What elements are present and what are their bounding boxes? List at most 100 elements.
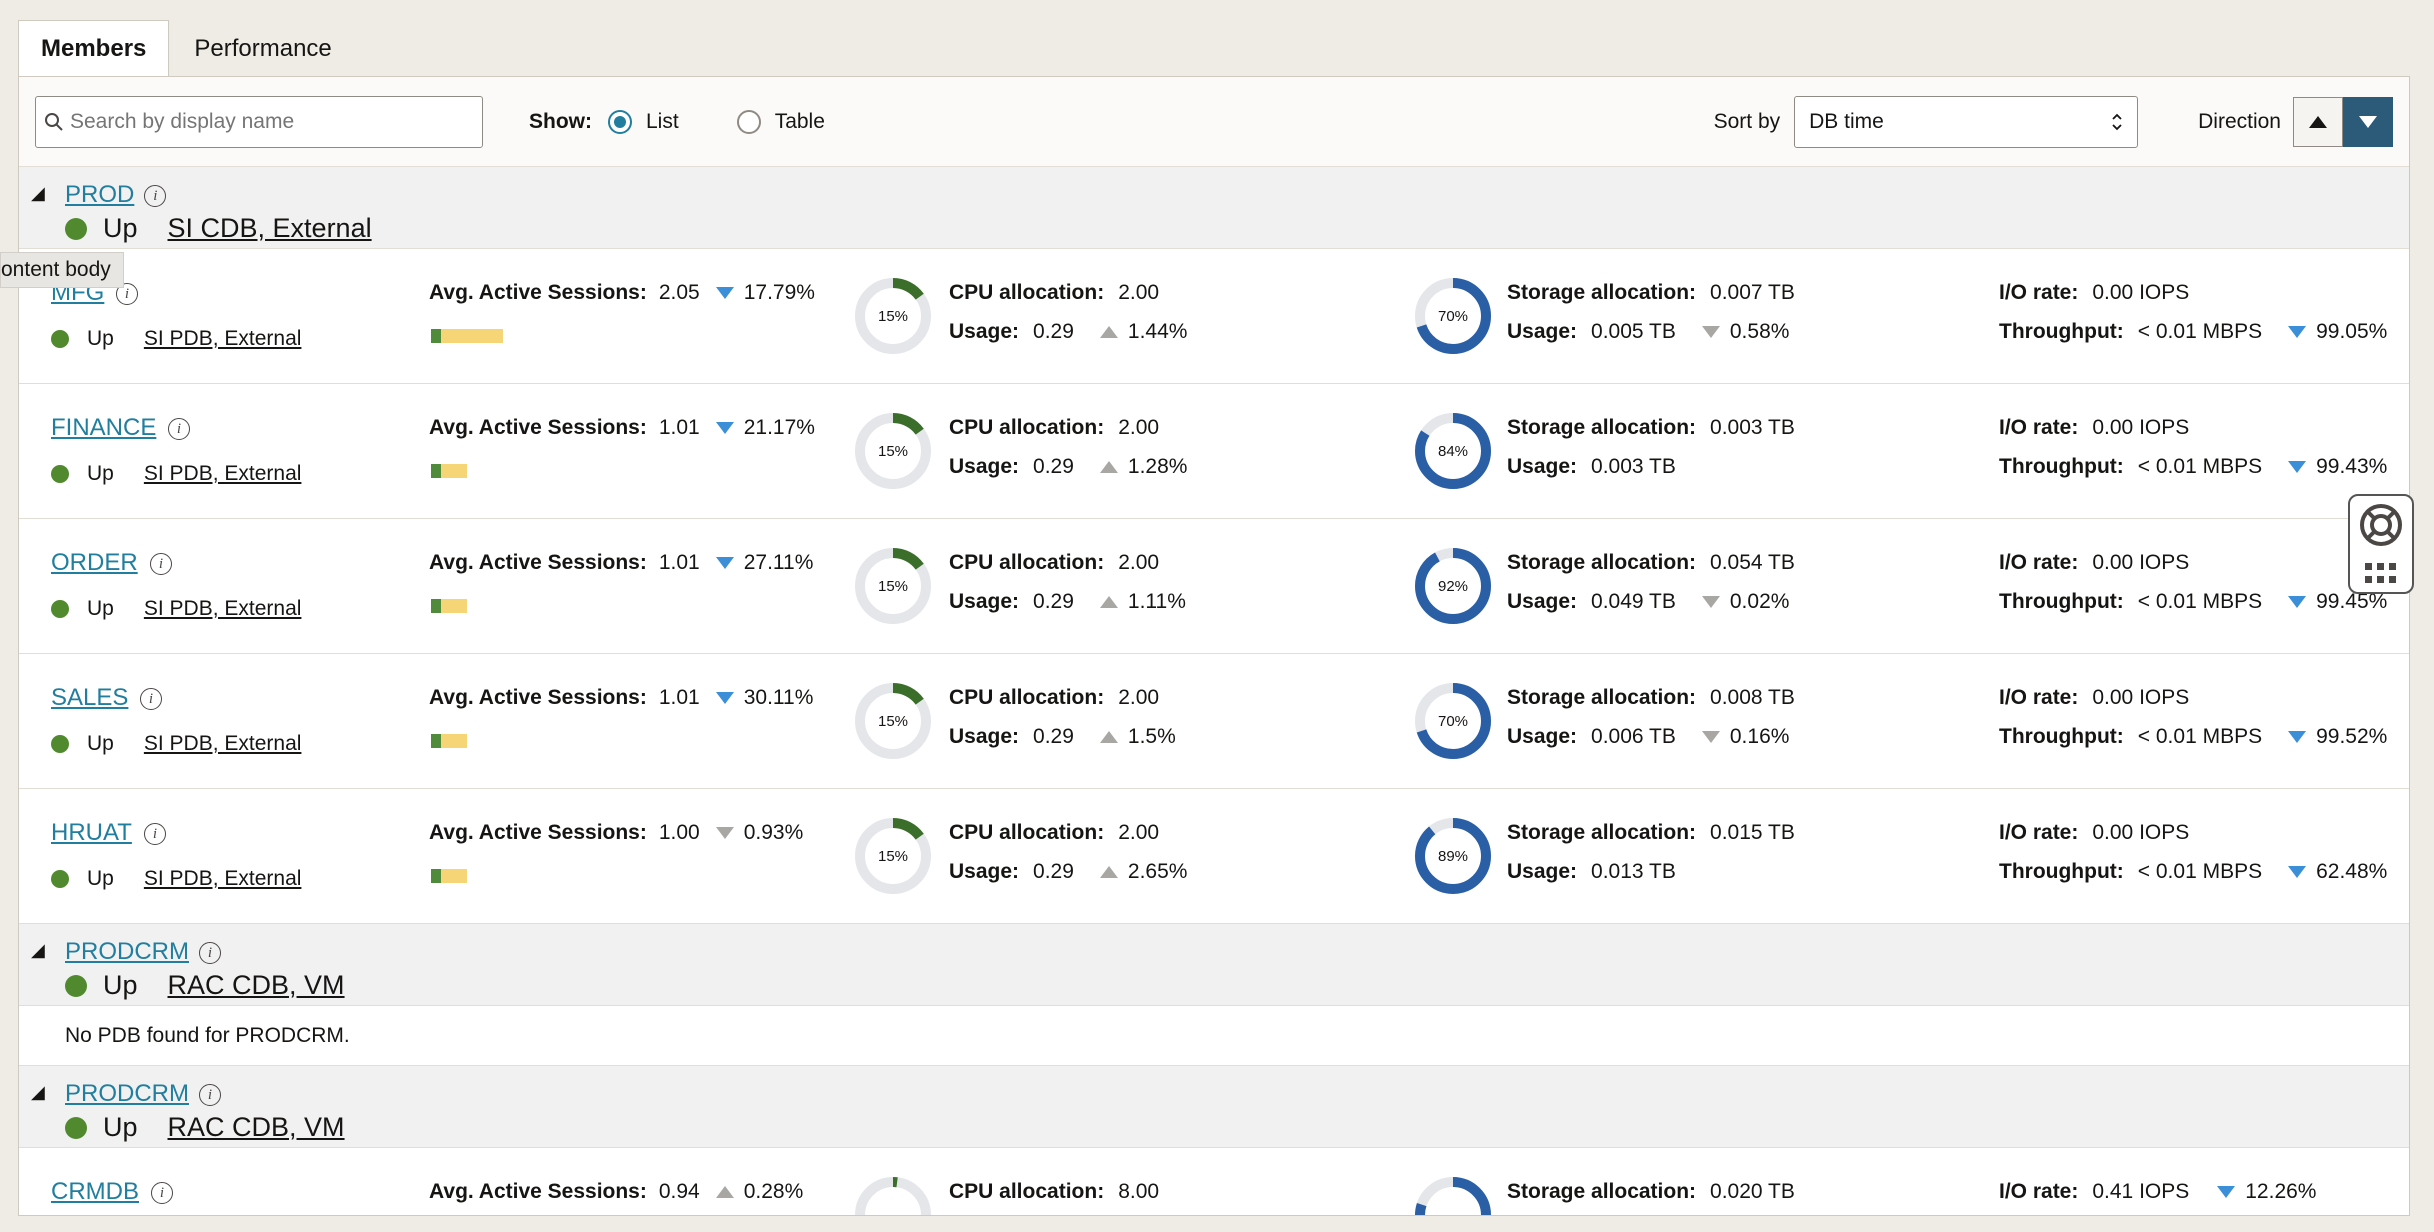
- info-icon[interactable]: i: [199, 942, 221, 965]
- triangle-up-icon: [2309, 115, 2327, 128]
- throughput-label: Throughput:: [1999, 725, 2124, 748]
- info-icon[interactable]: i: [140, 688, 162, 710]
- throughput-delta-value: 99.52%: [2316, 725, 2388, 748]
- aas-delta: 17.79%: [715, 281, 815, 305]
- aas-bar-cpu: [431, 464, 441, 478]
- trend-icon: [2217, 1186, 2236, 1198]
- tab-members[interactable]: Members: [18, 20, 170, 77]
- cpu-alloc-value: 2.00: [1118, 281, 1160, 304]
- tab-performance[interactable]: Performance: [171, 20, 354, 76]
- pdb-status-text: Up: [87, 327, 114, 350]
- storage-donut: 70%: [1415, 278, 1491, 354]
- cdb-name-link[interactable]: PRODCRM: [65, 938, 189, 965]
- pdb-name-link[interactable]: ORDER: [51, 549, 138, 577]
- pdb-name-link[interactable]: FINANCE: [51, 414, 156, 442]
- member-list: ◢ PROD i Up SI CDB, External MFG i Up SI PDB, Ex…: [19, 167, 2409, 1215]
- pdb-type-link[interactable]: SI PDB, External: [144, 597, 302, 621]
- cpu-usage-label: Usage:: [949, 725, 1020, 748]
- help-widget[interactable]: [2348, 494, 2414, 594]
- storage-alloc-label: Storage allocation:: [1507, 686, 1697, 709]
- cpu-allocation: CPU allocation: 2.00: [949, 416, 1159, 440]
- throughput-delta: 99.05%: [2288, 320, 2387, 344]
- cpu-usage-label: Usage:: [949, 320, 1020, 343]
- aas-delta: 21.17%: [715, 416, 815, 440]
- pdb-status: Up SI PDB, External: [51, 462, 301, 486]
- sort-ascending-button[interactable]: [2293, 96, 2343, 147]
- aas-label: Avg. Active Sessions:: [429, 686, 647, 709]
- cpu-allocation: CPU allocation: 8.00: [949, 1180, 1159, 1204]
- pdb-type-link[interactable]: SI PDB, External: [144, 867, 302, 891]
- io-delta-value: 12.26%: [2245, 1180, 2317, 1203]
- throughput-value: < 0.01 MBPS: [2137, 725, 2263, 748]
- cpu-alloc-value: 2.00: [1118, 686, 1160, 709]
- io-rate: I/O rate: 0.00 IOPS: [1999, 551, 2189, 575]
- trend-icon: [2288, 596, 2307, 608]
- cdb-type-link[interactable]: RAC CDB, VM: [168, 970, 345, 1001]
- storage-alloc-value: 0.008 TB: [1710, 686, 1795, 709]
- storage-alloc-label: Storage allocation:: [1507, 416, 1697, 439]
- status-up-icon: [51, 465, 69, 483]
- direction-label: Direction: [2198, 109, 2281, 133]
- info-icon[interactable]: i: [168, 418, 190, 440]
- show-table-radio[interactable]: Table: [736, 109, 825, 134]
- storage-donut: 92%: [1415, 548, 1491, 624]
- throughput-value: < 0.01 MBPS: [2137, 455, 2263, 478]
- pdb-status: Up SI PDB, External: [51, 597, 301, 621]
- pdb-status-text: Up: [87, 867, 114, 890]
- aas-value: 0.94: [658, 1180, 700, 1203]
- cdb-status-text: Up: [103, 213, 138, 243]
- storage-usage: Usage: 0.013 TB: [1507, 860, 1676, 884]
- aas-bar-wait: [441, 599, 467, 613]
- cpu-usage: Usage: 0.29 1.5%: [949, 725, 1176, 749]
- storage-delta: 0.02%: [1701, 590, 1789, 614]
- io-rate-label: I/O rate:: [1999, 1180, 2079, 1203]
- cpu-usage-value: 0.29: [1033, 725, 1074, 748]
- pdb-name-link[interactable]: CRMDB: [51, 1178, 139, 1206]
- pdb-type-link[interactable]: SI PDB, External: [144, 462, 302, 486]
- cdb-name-link[interactable]: PRODCRM: [65, 1080, 189, 1107]
- io-rate: I/O rate: 0.00 IOPS: [1999, 686, 2189, 710]
- cdb-type-link[interactable]: RAC CDB, VM: [168, 1112, 345, 1143]
- throughput-delta-value: 99.05%: [2316, 320, 2388, 343]
- collapse-triangle-icon[interactable]: ◢: [31, 940, 45, 961]
- storage-allocation: Storage allocation: 0.015 TB: [1507, 821, 1795, 845]
- collapse-triangle-icon[interactable]: ◢: [31, 183, 45, 204]
- search-box[interactable]: [35, 95, 483, 148]
- io-rate-value: 0.41 IOPS: [2092, 1180, 2190, 1203]
- trend-icon: [715, 557, 734, 569]
- search-input[interactable]: [70, 109, 470, 134]
- pdb-name-link[interactable]: SALES: [51, 684, 128, 712]
- cdb-title: PRODCRM i: [65, 1080, 2409, 1108]
- aas-metric: Avg. Active Sessions: 1.00 0.93%: [429, 821, 803, 845]
- io-rate-label: I/O rate:: [1999, 686, 2079, 709]
- pdb-type-link[interactable]: SI PDB, External: [144, 327, 302, 351]
- cpu-delta-value: 1.28%: [1127, 455, 1188, 478]
- cpu-usage: Usage: 0.29 1.44%: [949, 320, 1187, 344]
- info-icon[interactable]: i: [199, 1084, 221, 1107]
- info-icon[interactable]: i: [150, 553, 172, 575]
- trend-icon: [1099, 596, 1118, 608]
- no-pdb-message: No PDB found for PRODCRM.: [19, 1006, 2409, 1066]
- io-rate: I/O rate: 0.41 IOPS 12.26%: [1999, 1180, 2316, 1204]
- info-icon[interactable]: i: [144, 185, 167, 208]
- storage-allocation: Storage allocation: 0.003 TB: [1507, 416, 1795, 440]
- info-icon[interactable]: i: [151, 1182, 173, 1204]
- io-rate-value: 0.00 IOPS: [2092, 821, 2190, 844]
- io-rate-value: 0.00 IOPS: [2092, 281, 2190, 304]
- pdb-type-link[interactable]: SI PDB, External: [144, 732, 302, 756]
- info-icon[interactable]: i: [144, 823, 166, 845]
- aas-label: Avg. Active Sessions:: [429, 1180, 647, 1203]
- cdb-type-link[interactable]: SI CDB, External: [168, 213, 372, 244]
- pdb-name-link[interactable]: HRUAT: [51, 819, 132, 847]
- cdb-name-link[interactable]: PROD: [65, 181, 134, 208]
- storage-alloc-label: Storage allocation:: [1507, 551, 1697, 574]
- storage-donut: 89%: [1415, 818, 1491, 894]
- show-list-label: List: [646, 109, 679, 133]
- aas-bar-cpu: [431, 734, 441, 748]
- sort-descending-button[interactable]: [2343, 96, 2393, 147]
- collapse-triangle-icon[interactable]: ◢: [31, 1082, 45, 1103]
- trend-icon: [1701, 731, 1720, 743]
- sort-select[interactable]: DB time: [1794, 95, 2139, 148]
- show-list-radio[interactable]: List: [608, 109, 679, 134]
- storage-alloc-value: 0.003 TB: [1710, 416, 1795, 439]
